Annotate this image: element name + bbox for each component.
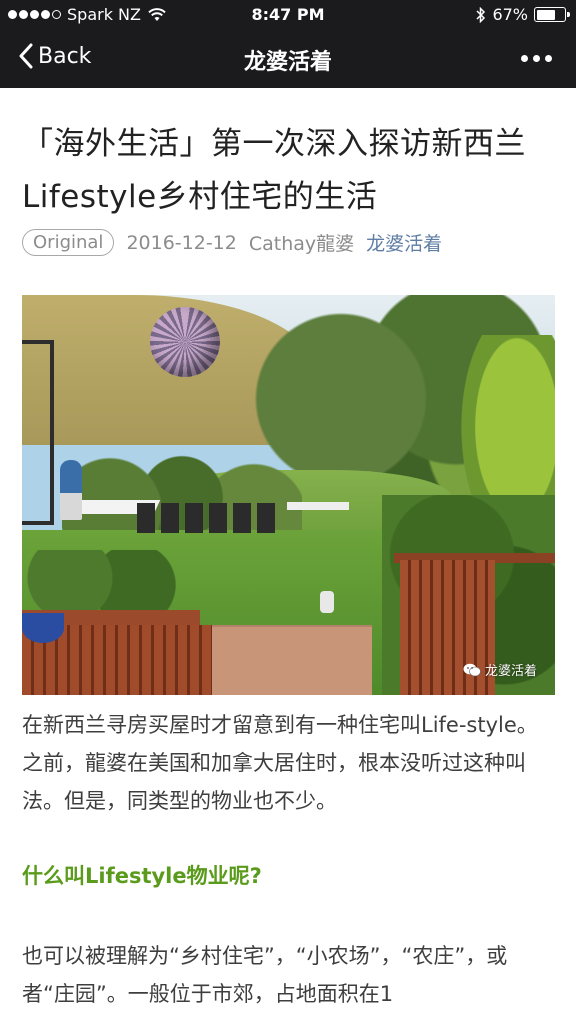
photo-brick-path xyxy=(202,625,372,695)
more-dot xyxy=(533,55,540,62)
article-photo[interactable]: 龙婆活着 xyxy=(22,295,555,695)
photo-person xyxy=(60,460,82,520)
more-dot xyxy=(521,55,528,62)
paragraph-2: 也可以被理解为“乡村住宅”，“小农场”，“农庄”，或者“庄园”。一般位于市郊，占… xyxy=(22,944,508,1006)
original-badge: Original xyxy=(22,229,115,256)
nav-bar: Back 龙婆活着 xyxy=(0,30,576,88)
photo-bowl xyxy=(22,613,64,643)
battery-percent: 67% xyxy=(492,5,528,24)
author-name: Cathay龍婆 xyxy=(248,233,355,255)
photo-chairs xyxy=(137,503,277,533)
status-bar: Spark NZ 8:47 PM 67% xyxy=(0,0,576,30)
photo-watermark: 龙婆活着 xyxy=(463,660,537,679)
paragraph-1: 在新西兰寻房买屋时才留意到有一种住宅叫Life-style。之前，龍婆在美国和加… xyxy=(22,713,538,813)
photo-disco-ball xyxy=(150,307,220,377)
battery-icon xyxy=(534,7,570,22)
photo-cat xyxy=(320,591,334,613)
publish-date: 2016-12-12 xyxy=(126,231,237,254)
bluetooth-icon xyxy=(476,6,486,23)
battery-level xyxy=(536,9,555,20)
more-options-button[interactable] xyxy=(521,55,552,62)
photo-table-right xyxy=(287,502,349,510)
watermark-text: 龙婆活着 xyxy=(484,664,537,679)
subheading: 什么叫Lifestyle物业呢? xyxy=(22,864,262,888)
article-meta: Original 2016-12-12 Cathay龍婆 龙婆活着 xyxy=(22,229,442,256)
photo-pergola xyxy=(22,340,54,525)
more-dot xyxy=(545,55,552,62)
article-title: 「海外生活」第一次深入探访新西兰Lifestyle乡村住宅的生活 xyxy=(22,126,526,215)
account-link[interactable]: 龙婆活着 xyxy=(366,229,442,256)
status-right: 67% xyxy=(476,5,570,24)
nav-title: 龙婆活着 xyxy=(243,50,332,75)
wechat-icon xyxy=(463,663,481,676)
